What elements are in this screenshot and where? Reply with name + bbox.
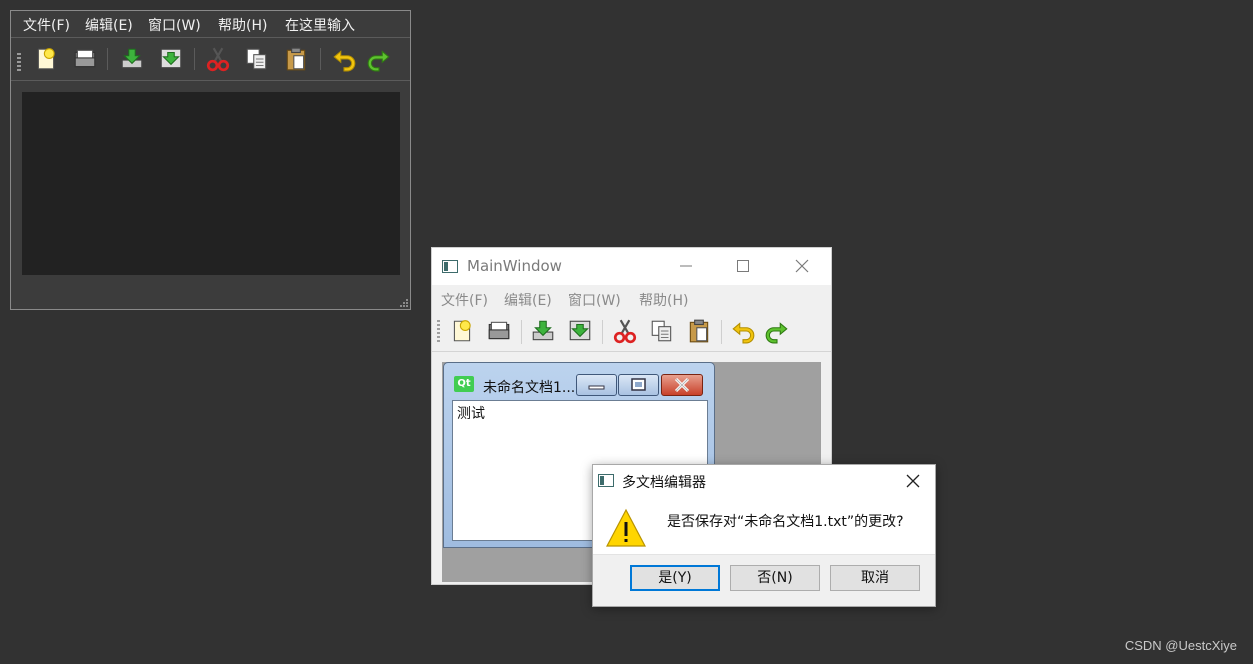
maximize-icon (631, 378, 646, 391)
dialog-message: 是否保存对“未命名文档1.txt”的更改? (667, 514, 904, 530)
undo-icon[interactable] (730, 318, 756, 344)
designer-mdi-area[interactable] (22, 92, 400, 275)
new-file-icon[interactable] (33, 46, 59, 72)
yes-button[interactable]: 是(Y) (630, 565, 720, 591)
dialog-button-row: 是(Y) 否(N) 取消 (593, 554, 935, 606)
designer-divider (11, 80, 410, 81)
document-content: 测试 (457, 406, 485, 422)
no-button[interactable]: 否(N) (730, 565, 820, 591)
main-toolbar (432, 312, 831, 352)
copy-icon[interactable] (649, 318, 675, 344)
open-folder-icon[interactable] (72, 46, 98, 72)
minimize-icon[interactable] (679, 259, 693, 273)
designer-divider (11, 37, 410, 38)
app-icon (442, 260, 458, 273)
close-icon[interactable] (795, 259, 809, 273)
toolbar-grip[interactable] (17, 53, 21, 71)
menu-file[interactable]: 文件(F) (441, 290, 488, 310)
minimize-icon (588, 385, 605, 390)
paste-icon[interactable] (283, 46, 309, 72)
save-as-icon[interactable] (158, 46, 184, 72)
designer-menu-file[interactable]: 文件(F) (23, 15, 70, 35)
paste-icon[interactable] (686, 318, 712, 344)
redo-icon[interactable] (764, 318, 790, 344)
designer-menu-window[interactable]: 窗口(W) (148, 15, 201, 35)
save-icon[interactable] (119, 46, 145, 72)
toolbar-separator (521, 320, 522, 344)
menu-help[interactable]: 帮助(H) (639, 290, 688, 310)
undo-icon[interactable] (331, 46, 357, 72)
toolbar-grip[interactable] (437, 320, 440, 344)
maximize-icon[interactable] (736, 259, 750, 273)
close-icon (674, 377, 690, 393)
save-changes-dialog: 多文档编辑器 是否保存对“未命名文档1.txt”的更改? 是(Y) 否(N) 取… (592, 464, 936, 607)
main-window-title: MainWindow (467, 257, 562, 275)
qt-logo-icon: Qt (454, 376, 474, 392)
designer-menu-edit[interactable]: 编辑(E) (85, 15, 133, 35)
subwindow-minimize-button[interactable] (576, 374, 617, 396)
cut-icon[interactable] (205, 46, 231, 72)
subwindow-maximize-button[interactable] (618, 374, 659, 396)
save-as-icon[interactable] (567, 318, 593, 344)
copy-icon[interactable] (244, 46, 270, 72)
open-folder-icon[interactable] (486, 318, 512, 344)
dialog-title: 多文档编辑器 (622, 475, 706, 491)
cancel-button[interactable]: 取消 (830, 565, 920, 591)
close-icon[interactable] (906, 474, 920, 488)
toolbar-separator (107, 48, 108, 70)
redo-icon[interactable] (366, 46, 392, 72)
toolbar-separator (721, 320, 722, 344)
toolbar-separator (320, 48, 321, 70)
designer-menu-type-here[interactable]: 在这里输入 (285, 15, 355, 35)
size-grip-icon[interactable] (397, 296, 409, 308)
toolbar-separator (602, 320, 603, 344)
designer-menubar: 文件(F) 编辑(E) 窗口(W) 帮助(H) 在这里输入 (11, 11, 410, 37)
new-file-icon[interactable] (449, 318, 475, 344)
menu-edit[interactable]: 编辑(E) (504, 290, 552, 310)
cut-icon[interactable] (612, 318, 638, 344)
menu-window[interactable]: 窗口(W) (568, 290, 621, 310)
warning-icon (606, 508, 646, 547)
watermark: CSDN @UestcXiye (1124, 638, 1237, 653)
designer-window: 文件(F) 编辑(E) 窗口(W) 帮助(H) 在这里输入 (10, 10, 411, 310)
subwindow-close-button[interactable] (661, 374, 703, 396)
subwindow-title: 未命名文档1... (483, 380, 576, 396)
save-icon[interactable] (530, 318, 556, 344)
designer-menu-help[interactable]: 帮助(H) (218, 15, 267, 35)
main-window-titlebar[interactable]: MainWindow (432, 248, 831, 285)
app-icon (598, 474, 614, 487)
toolbar-separator (194, 48, 195, 70)
